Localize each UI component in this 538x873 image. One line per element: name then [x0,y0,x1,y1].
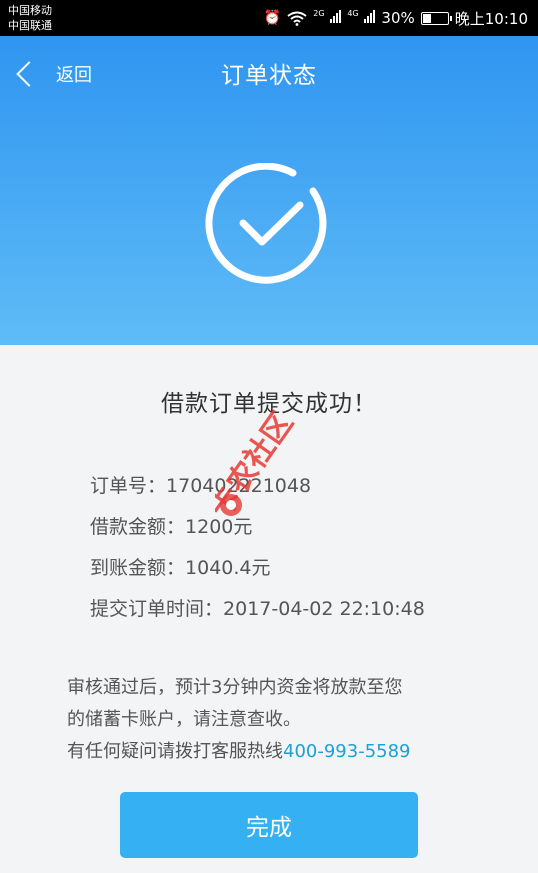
notice-line-3: 有任何疑问请拨打客服热线400-993-5589 [67,736,487,768]
signal-1: 2G [313,9,342,27]
signal-bars-icon [330,9,342,23]
network-type-2: 4G [347,9,359,18]
loan-amount-value: 1200元 [185,516,253,538]
success-message: 借款订单提交成功！ [161,391,377,417]
carrier-1: 中国移动 [8,4,52,17]
loan-amount-row: 借款金额：1200元 [90,513,425,554]
status-bar: 中国移动 中国联通 ⏰ 2G 4G 30% 晚上10:10 [0,0,538,36]
order-number-value: 170402221048 [166,475,312,497]
signal-bars-icon [364,9,376,23]
carrier-names: 中国移动 中国联通 [8,3,52,33]
signal-2: 4G [347,9,376,27]
hotline-number[interactable]: 400-993-5589 [283,741,411,762]
page-title: 订单状态 [221,63,317,89]
submit-time-label: 提交订单时间： [90,598,224,620]
header-hero: 返回 订单状态 [0,36,538,345]
clock: 晚上10:10 [454,9,528,28]
network-type-1: 2G [313,9,325,18]
status-icons: ⏰ 2G 4G 30% 晚上10:10 [264,0,528,36]
order-number-label: 订单号： [90,475,167,497]
success-check-icon [205,162,331,289]
wifi-icon [287,11,307,26]
submit-time-row: 提交订单时间：2017-04-02 22:10:48 [90,595,425,636]
order-info-list: 订单号：170402221048 借款金额：1200元 到账金额：1040.4元… [90,472,425,636]
loan-amount-label: 借款金额： [90,516,186,538]
order-number-row: 订单号：170402221048 [90,472,425,513]
carrier-2: 中国联通 [8,19,52,32]
notice-line-1: 审核通过后，预计3分钟内资金将放款至您 [67,677,403,698]
received-amount-value: 1040.4元 [185,557,271,579]
submit-time-value: 2017-04-02 22:10:48 [223,598,425,620]
battery-percent: 30% [381,9,415,27]
done-button[interactable]: 完成 [120,792,418,858]
hotline-prefix: 有任何疑问请拨打客服热线 [67,741,283,762]
battery-icon [420,11,452,25]
received-amount-row: 到账金额：1040.4元 [90,554,425,595]
notice-line-2: 的储蓄卡账户，请注意查收。 [67,709,301,730]
notice-text: 审核通过后，预计3分钟内资金将放款至您 的储蓄卡账户，请注意查收。 有任何疑问请… [67,672,487,768]
received-amount-label: 到账金额： [90,557,186,579]
alarm-icon: ⏰ [263,10,282,26]
